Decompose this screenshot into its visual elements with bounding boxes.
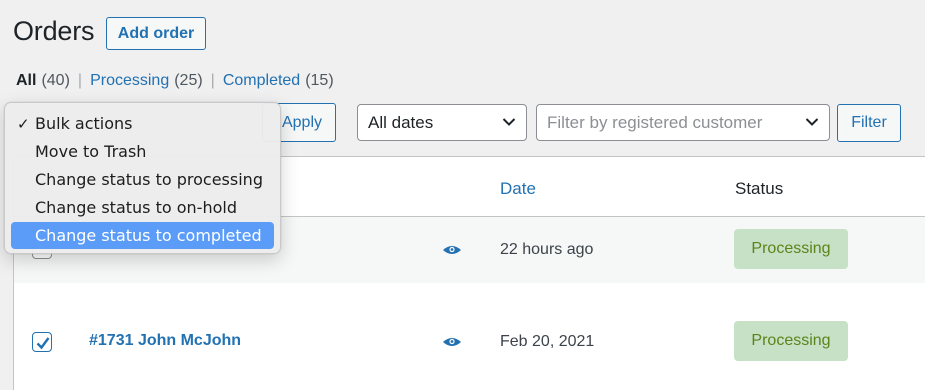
add-order-button[interactable]: Add order: [106, 17, 206, 50]
menu-item-label: Change status to on-hold: [35, 198, 237, 217]
eye-icon[interactable]: [442, 244, 462, 256]
eye-icon[interactable]: [442, 336, 462, 348]
customer-filter-select[interactable]: Filter by registered customer: [536, 104, 830, 141]
column-header-status: Status: [735, 179, 784, 198]
column-header-date[interactable]: Date: [500, 179, 536, 199]
menu-item-label: Bulk actions: [35, 114, 133, 133]
separator: |: [210, 72, 215, 89]
page-title: Orders: [13, 16, 95, 46]
order-link[interactable]: #1731 John McJohn: [89, 332, 241, 350]
order-date: Feb 20, 2021: [500, 333, 595, 350]
menu-item-status-completed[interactable]: Change status to completed: [11, 222, 274, 249]
filter-processing-count: (25): [174, 72, 203, 89]
customer-filter-placeholder: Filter by registered customer: [547, 112, 763, 132]
menu-item-status-on-hold[interactable]: Change status to on-hold: [11, 194, 274, 221]
menu-item-label: Change status to completed: [35, 226, 262, 245]
filter-button[interactable]: Filter: [837, 104, 901, 142]
filter-completed-link[interactable]: Completed: [223, 72, 300, 90]
menu-item-label: Move to Trash: [35, 142, 147, 161]
filter-completed-count: (15): [305, 72, 334, 89]
row-checkbox[interactable]: [32, 332, 52, 352]
menu-item-move-to-trash[interactable]: Move to Trash: [11, 138, 274, 165]
bulk-actions-menu: ✓ Bulk actions Move to Trash Change stat…: [4, 102, 281, 254]
dates-select[interactable]: All dates: [357, 104, 527, 141]
status-filter-links: All (40) | Processing (25) | Completed (…: [16, 72, 334, 90]
menu-item-bulk-actions[interactable]: ✓ Bulk actions: [11, 110, 274, 137]
filter-all-count: (40): [41, 72, 70, 89]
menu-item-label: Change status to processing: [35, 170, 263, 189]
checkmark-icon: [36, 337, 50, 350]
checkmark-icon: ✓: [17, 114, 30, 133]
filter-all-link[interactable]: All: [16, 72, 36, 90]
chevron-down-icon: [502, 118, 516, 126]
dates-select-value: All dates: [368, 112, 434, 132]
status-badge: Processing: [734, 229, 848, 269]
filter-processing-link[interactable]: Processing: [90, 72, 169, 90]
menu-item-status-processing[interactable]: Change status to processing: [11, 166, 274, 193]
status-badge: Processing: [734, 321, 848, 361]
separator: |: [77, 72, 83, 89]
chevron-down-icon: [805, 118, 819, 126]
order-date: 22 hours ago: [500, 241, 594, 258]
